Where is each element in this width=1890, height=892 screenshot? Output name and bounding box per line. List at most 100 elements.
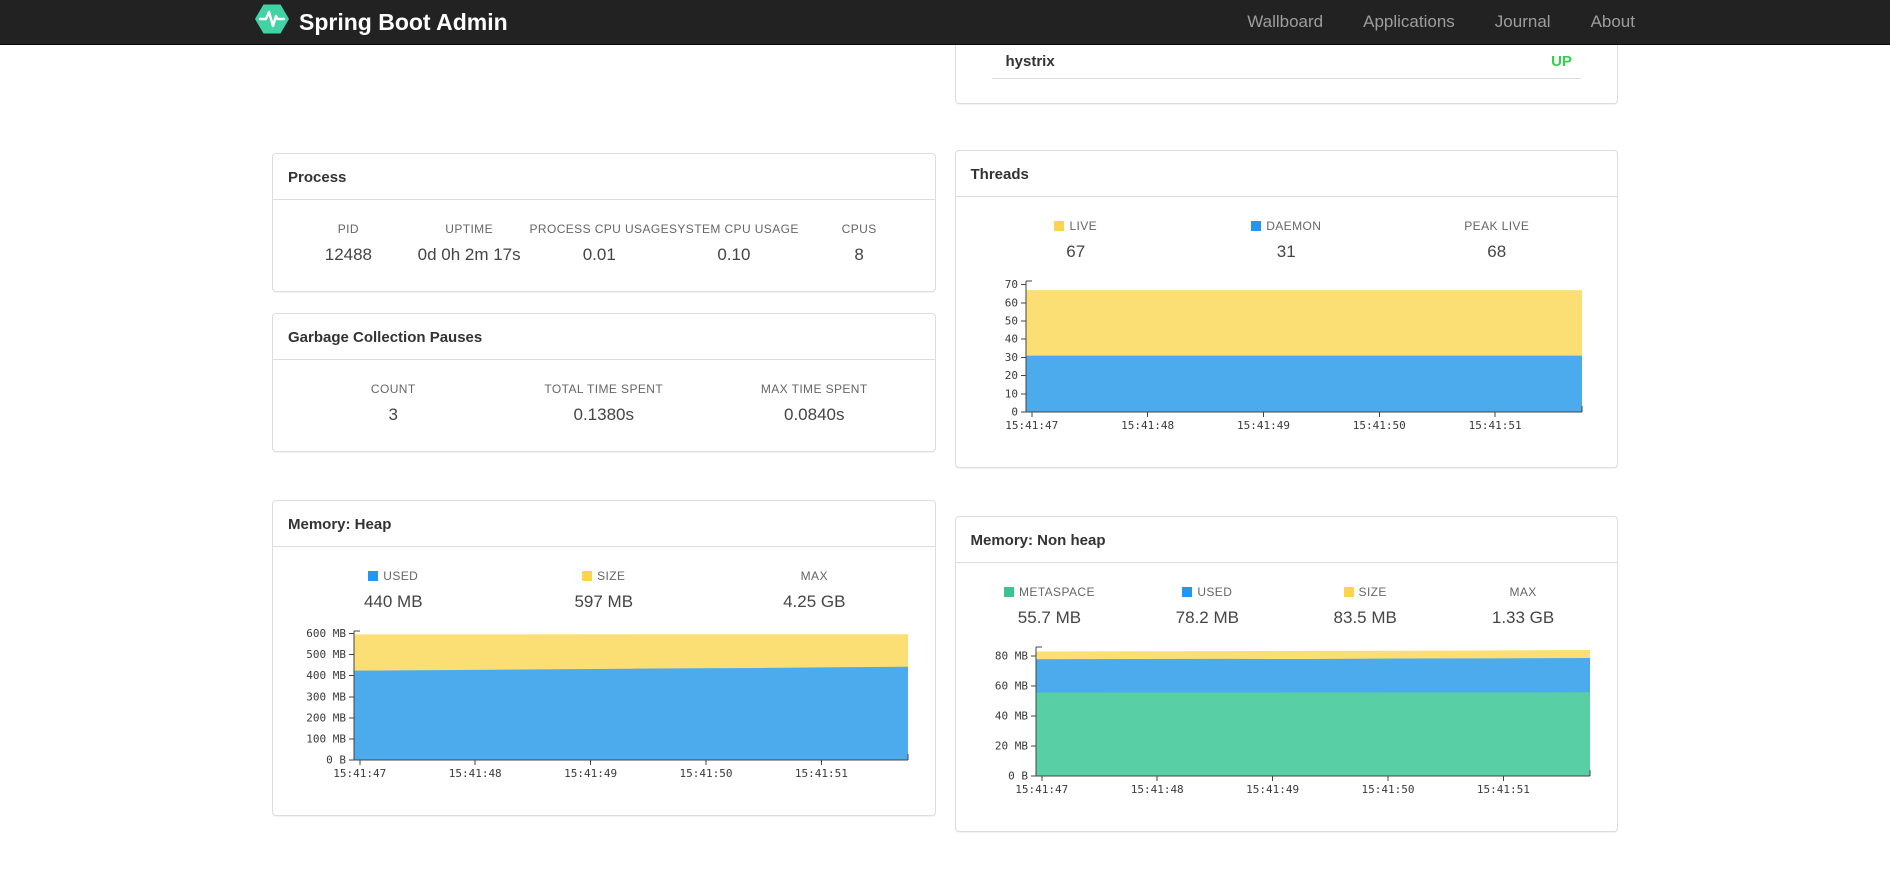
svg-text:15:41:47: 15:41:47 — [1006, 419, 1059, 432]
nav-link-applications[interactable]: Applications — [1363, 12, 1455, 32]
threads-metrics: LIVE 67 DAEMON 31 PEAK LIVE 68 — [971, 219, 1603, 262]
legend-swatch-icon — [1054, 221, 1065, 231]
right-column: hystrix UP Threads LIVE 67 DAEMON 31 PEAK LI… — [954, 45, 1618, 832]
threads-panel-title: Threads — [970, 166, 1029, 183]
svg-text:500 MB: 500 MB — [306, 648, 346, 661]
gc-panel: Garbage Collection Pauses COUNT 3 TOTAL TI… — [272, 313, 936, 452]
process-panel-heading: Process — [273, 154, 935, 200]
nav-links: Wallboard Applications Journal About — [1247, 12, 1635, 32]
gc-panel-title: Garbage Collection Pauses — [288, 329, 483, 346]
memory-heap-metrics: USED 440 MB SIZE 597 MB MAX 4.25 GB — [288, 569, 920, 612]
metric-value: 31 — [1276, 242, 1296, 261]
svg-text:400 MB: 400 MB — [306, 669, 346, 682]
svg-text:0 B: 0 B — [1008, 770, 1028, 783]
legend-swatch-icon — [368, 571, 379, 581]
memory-nonheap-panel-heading: Memory: Non heap — [955, 517, 1617, 563]
memory-nonheap-metrics: METASPACE 55.7 MB USED 78.2 MB SIZE 83.5 MB MA… — [971, 585, 1603, 628]
metric-value: 8 — [854, 245, 864, 264]
svg-text:15:41:48: 15:41:48 — [448, 767, 501, 780]
process-metrics: PID 12488 UPTIME 0d 0h 2m 17s PROCESS CPU US… — [288, 222, 920, 265]
brand-title: Spring Boot Admin — [299, 8, 508, 35]
nav-link-journal[interactable]: Journal — [1495, 12, 1551, 32]
svg-text:15:41:49: 15:41:49 — [1246, 783, 1299, 796]
metric-cpus: CPUS 8 — [799, 222, 920, 265]
brand[interactable]: Spring Boot Admin — [255, 4, 508, 40]
metric-total-time-spent: TOTAL TIME SPENT 0.1380s — [499, 382, 710, 425]
svg-text:40: 40 — [1005, 333, 1018, 346]
threads-panel-body: LIVE 67 DAEMON 31 PEAK LIVE 68 0 10 20 30 40 50 60 7… — [956, 197, 1618, 467]
threads-panel-heading: Threads — [955, 151, 1617, 197]
svg-text:40 MB: 40 MB — [995, 710, 1028, 723]
metric-label: MAX — [800, 569, 828, 583]
process-panel: Process PID 12488 UPTIME 0d 0h 2m 17s PROCES… — [272, 153, 936, 292]
memory-heap-panel: Memory: Heap USED 440 MB SIZE 597 MB MAX 4.25… — [272, 500, 936, 816]
metric-label: SIZE — [1286, 585, 1444, 599]
metric-label: MAX TIME SPENT — [760, 382, 868, 396]
metric-value: 55.7 MB — [1017, 608, 1082, 627]
metric-label: PROCESS CPU USAGE — [529, 222, 669, 236]
metric-label: UPTIME — [445, 222, 493, 236]
metric-pid: PID 12488 — [288, 222, 409, 265]
metric-value: 3 — [388, 405, 398, 424]
svg-text:20: 20 — [1005, 369, 1018, 382]
metric-value: 83.5 MB — [1333, 608, 1397, 627]
svg-text:50: 50 — [1005, 315, 1018, 328]
svg-text:15:41:47: 15:41:47 — [333, 767, 386, 780]
application-panel-space — [956, 79, 1618, 103]
metric-count: COUNT 3 — [288, 382, 499, 425]
svg-text:15:41:50: 15:41:50 — [1353, 419, 1406, 432]
memory-heap-panel-title: Memory: Heap — [288, 516, 392, 533]
application-row-hystrix[interactable]: hystrix UP — [956, 45, 1618, 78]
svg-text:15:41:50: 15:41:50 — [1362, 783, 1415, 796]
nav-link-about[interactable]: About — [1591, 12, 1635, 32]
left-column: Process PID 12488 UPTIME 0d 0h 2m 17s PROCES… — [272, 45, 936, 832]
threads-chart-wrap: 0 10 20 30 40 50 60 70 15:41:47 15:41:48 15:41:49 1… — [971, 276, 1603, 441]
memory-nonheap-panel-body: METASPACE 55.7 MB USED 78.2 MB SIZE 83.5 MB MA… — [956, 563, 1618, 831]
svg-text:30: 30 — [1005, 351, 1018, 364]
svg-text:100 MB: 100 MB — [306, 732, 346, 745]
metric-label: SIZE — [499, 569, 710, 583]
memory-heap-chart: 0 B 100 MB 200 MB 300 MB 400 MB 500 MB 600 MB 1… — [306, 627, 909, 780]
svg-text:15:41:51: 15:41:51 — [1477, 783, 1530, 796]
metric-label: SYSTEM CPU USAGE — [669, 222, 799, 236]
metric-live: LIVE 67 — [971, 219, 1182, 262]
metric-size: SIZE 83.5 MB — [1286, 585, 1444, 628]
metric-label: COUNT — [370, 382, 416, 396]
memory-heap-chart-wrap: 0 B 100 MB 200 MB 300 MB 400 MB 500 MB 600 MB 1… — [288, 626, 920, 789]
memory-nonheap-panel: Memory: Non heap METASPACE 55.7 MB USED 78.… — [954, 516, 1618, 832]
metric-value: 0.0840s — [784, 405, 845, 424]
svg-text:0: 0 — [1012, 406, 1019, 419]
application-name: hystrix — [1005, 53, 1055, 70]
metric-uptime: UPTIME 0d 0h 2m 17s — [409, 222, 530, 265]
nav-link-wallboard[interactable]: Wallboard — [1247, 12, 1323, 32]
application-panel: hystrix UP — [954, 45, 1618, 104]
metric-value: 597 MB — [574, 592, 634, 611]
threads-panel: Threads LIVE 67 DAEMON 31 PEAK LIVE 68 0 10 20 3… — [954, 150, 1618, 468]
top-navbar: Spring Boot Admin Wallboard Applications J… — [0, 0, 1890, 45]
metric-used: USED 78.2 MB — [1128, 585, 1286, 628]
metric-used: USED 440 MB — [288, 569, 499, 612]
svg-text:15:41:50: 15:41:50 — [679, 767, 732, 780]
svg-text:200 MB: 200 MB — [306, 711, 346, 724]
svg-text:15:41:49: 15:41:49 — [564, 767, 617, 780]
svg-text:15:41:51: 15:41:51 — [1469, 419, 1522, 432]
metric-label: TOTAL TIME SPENT — [544, 382, 664, 396]
legend-swatch-icon — [582, 571, 593, 581]
svg-text:60: 60 — [1005, 296, 1018, 309]
metric-value: 0.10 — [717, 245, 751, 264]
top-spacer — [272, 45, 936, 153]
metric-system-cpu-usage: SYSTEM CPU USAGE 0.10 — [669, 222, 799, 265]
memory-nonheap-chart: 0 B 20 MB 40 MB 60 MB 80 MB 15:41:47 15:41:48 1… — [995, 646, 1591, 796]
threads-chart: 0 10 20 30 40 50 60 70 15:41:47 15:41:48 15:41:49 1… — [1005, 278, 1583, 432]
metric-value: 0.01 — [582, 245, 616, 264]
process-panel-title: Process — [288, 169, 347, 186]
svg-text:0 B: 0 B — [326, 754, 346, 767]
application-status: UP — [1551, 53, 1572, 70]
memory-heap-panel-body: USED 440 MB SIZE 597 MB MAX 4.25 GB 0 B 100 MB… — [273, 547, 935, 815]
metric-max: MAX 4.25 GB — [709, 569, 920, 612]
metric-daemon: DAEMON 31 — [1181, 219, 1392, 262]
metric-value: 12488 — [324, 245, 373, 264]
svg-text:10: 10 — [1005, 387, 1018, 400]
metric-value: 1.33 GB — [1491, 608, 1555, 627]
legend-swatch-icon — [1343, 587, 1354, 597]
